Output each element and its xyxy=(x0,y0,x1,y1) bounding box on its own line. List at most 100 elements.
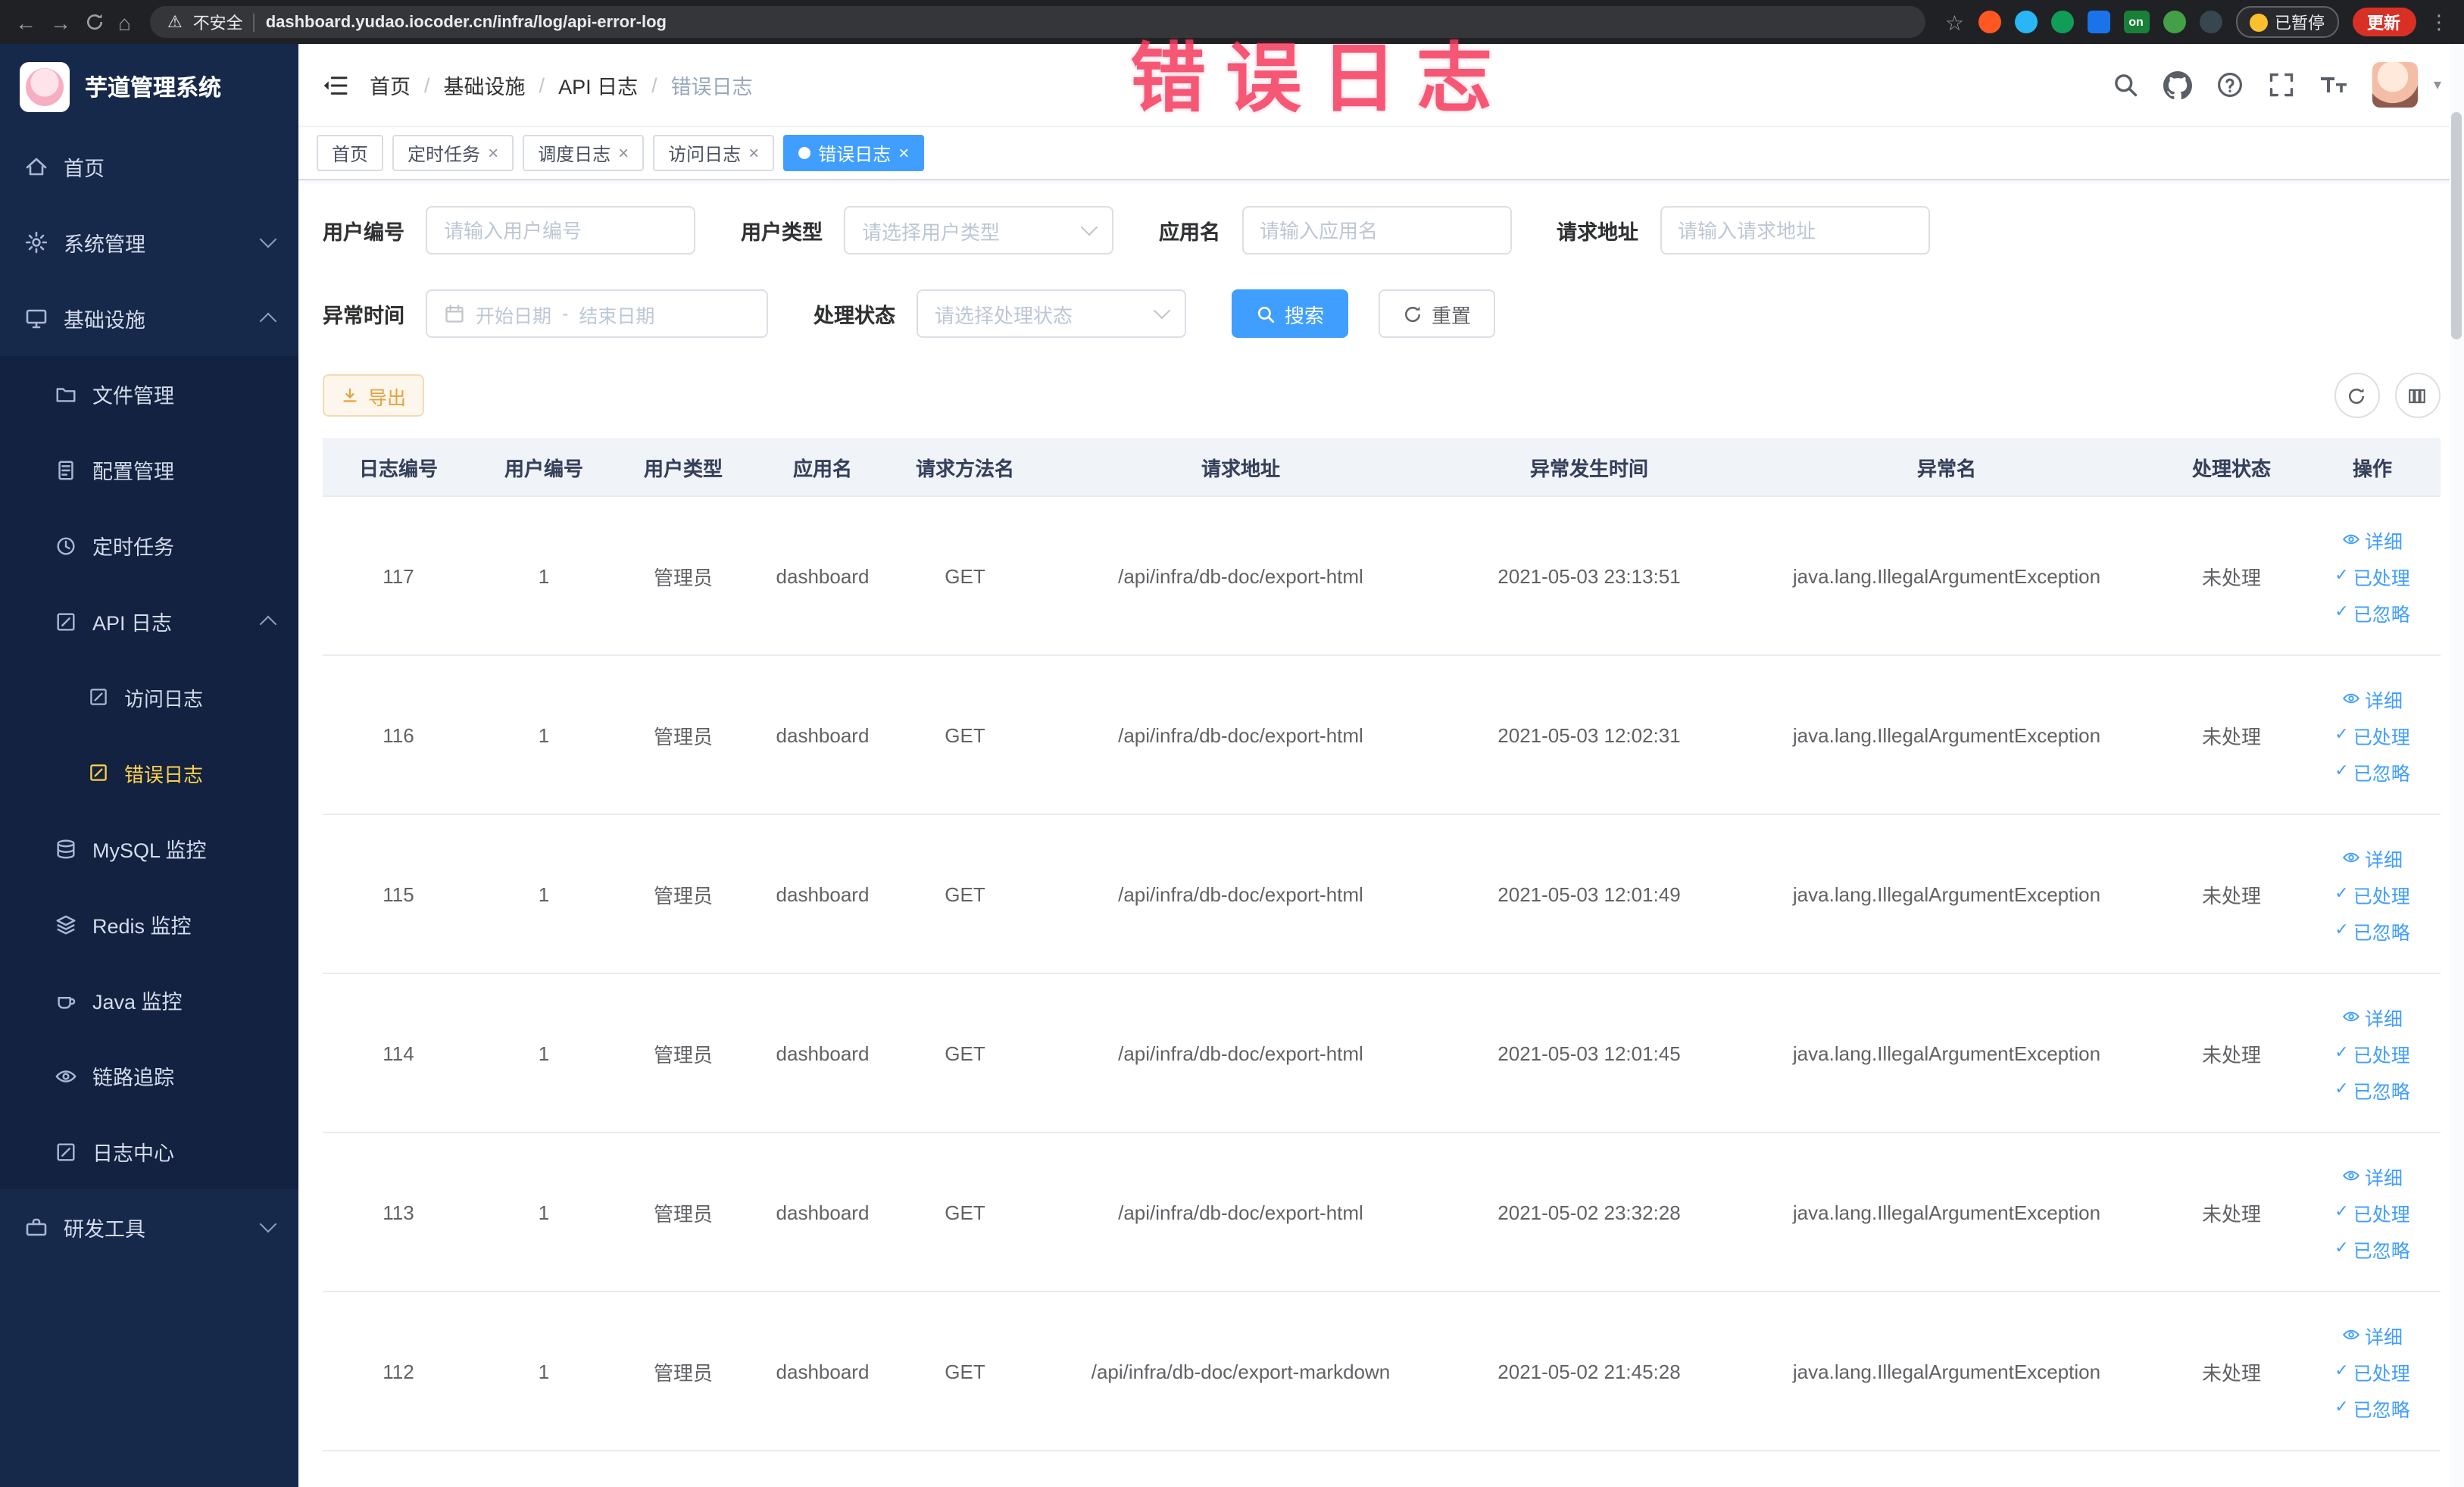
column-header-user-type: 用户类型 xyxy=(614,438,753,497)
help-icon[interactable] xyxy=(2217,71,2244,98)
sidebar-item-label: 基础设施 xyxy=(64,309,145,332)
mark-processed-link[interactable]: ✓ 已处理 xyxy=(2334,879,2409,908)
mark-processed-link[interactable]: ✓ 已处理 xyxy=(2334,1039,2409,1067)
extension-icon-leaf[interactable] xyxy=(2163,11,2185,33)
detail-link[interactable]: 详细 xyxy=(2342,1320,2403,1349)
cell-method: GET xyxy=(892,1132,1038,1292)
sidebar-item-scheduled-jobs[interactable]: 定时任务 xyxy=(0,508,298,583)
table-row: 114 1 管理员 dashboard GET /api/infra/db-do… xyxy=(323,973,2441,1133)
mark-ignored-link[interactable]: ✓ 已忽略 xyxy=(2334,916,2409,945)
sidebar-collapse-icon[interactable] xyxy=(321,73,348,96)
coffee-cup-icon xyxy=(55,989,77,1011)
tag-label: 错误日志 xyxy=(818,143,892,164)
filter-request-url: 请求地址 xyxy=(1557,206,1929,255)
close-icon[interactable]: × xyxy=(898,142,909,164)
detail-link[interactable]: 详细 xyxy=(2342,525,2403,554)
app-logo xyxy=(20,61,70,111)
home-icon[interactable]: ⌂ xyxy=(118,11,131,33)
sidebar-item-redis-monitor[interactable]: Redis 监控 xyxy=(0,886,298,962)
tag-schedule-log[interactable]: 调度日志 × xyxy=(523,135,645,171)
cell-exception-time: 2021-05-03 12:02:31 xyxy=(1444,655,1735,815)
browser-menu-icon[interactable]: ⋮ xyxy=(2429,12,2449,32)
sidebar-item-error-log[interactable]: 错误日志 xyxy=(0,735,298,811)
scrollbar-thumb[interactable] xyxy=(2451,112,2462,339)
sidebar-item-dev-tools[interactable]: 研发工具 xyxy=(0,1189,298,1265)
exception-time-range[interactable]: 开始日期 - 结束日期 xyxy=(426,289,768,338)
paused-badge[interactable]: 已暂停 xyxy=(2235,6,2338,38)
address-bar[interactable]: ⚠ 不安全 dashboard.yudao.iocoder.cn/infra/l… xyxy=(150,6,1925,38)
app-name-input[interactable] xyxy=(1241,206,1511,255)
forward-icon[interactable]: → xyxy=(50,11,71,33)
export-button[interactable]: 导出 xyxy=(323,374,425,417)
fullscreen-icon[interactable] xyxy=(2269,71,2296,98)
app-logo-row[interactable]: 芋道管理系统 xyxy=(0,44,298,129)
detail-link[interactable]: 详细 xyxy=(2342,843,2403,872)
extension-icon-drop[interactable] xyxy=(2014,11,2037,33)
reset-button[interactable]: 重置 xyxy=(1379,289,1496,338)
sidebar-item-system[interactable]: 系统管理 xyxy=(0,205,298,280)
mark-processed-link[interactable]: ✓ 已处理 xyxy=(2334,720,2409,749)
sidebar-item-infra[interactable]: 基础设施 xyxy=(0,280,298,356)
avatar[interactable] xyxy=(2372,62,2419,108)
github-icon[interactable] xyxy=(2163,70,2193,99)
refresh-button[interactable] xyxy=(2334,373,2379,418)
detail-link-label: 详细 xyxy=(2364,531,2403,552)
sidebar-item-config-manage[interactable]: 配置管理 xyxy=(0,432,298,508)
detail-link[interactable]: 详细 xyxy=(2342,1161,2403,1190)
detail-link[interactable]: 详细 xyxy=(2342,1002,2403,1031)
mark-processed-link[interactable]: ✓ 已处理 xyxy=(2334,561,2409,590)
column-settings-button[interactable] xyxy=(2394,373,2440,418)
bookmark-star-icon[interactable]: ☆ xyxy=(1945,11,1964,33)
tag-access-log[interactable]: 访问日志 × xyxy=(653,135,775,171)
extension-icon-orange[interactable] xyxy=(1978,11,2000,33)
sidebar-item-access-log[interactable]: 访问日志 xyxy=(0,659,298,735)
search-icon[interactable] xyxy=(2113,71,2140,98)
mark-ignored-link[interactable]: ✓ 已忽略 xyxy=(2334,598,2409,626)
breadcrumb-home[interactable]: 首页 xyxy=(370,70,411,100)
not-secure-label: 不安全 xyxy=(192,14,243,33)
close-icon[interactable]: × xyxy=(618,142,629,164)
breadcrumb-api-log[interactable]: API 日志 xyxy=(558,70,638,100)
tag-scheduled-jobs[interactable]: 定时任务 × xyxy=(392,135,514,171)
cell-app-name: dashboard xyxy=(753,814,892,974)
back-icon[interactable]: ← xyxy=(15,11,36,33)
sidebar-item-java-monitor[interactable]: Java 监控 xyxy=(0,962,298,1038)
sidebar-item-log-center[interactable]: 日志中心 xyxy=(0,1114,298,1189)
mark-processed-link[interactable]: ✓ 已处理 xyxy=(2334,1198,2409,1226)
extension-icon-grid[interactable] xyxy=(2087,11,2110,33)
font-size-icon[interactable] xyxy=(2320,73,2349,97)
sidebar-item-api-log[interactable]: API 日志 xyxy=(0,583,298,659)
tag-home[interactable]: 首页 xyxy=(317,135,384,171)
request-url-input[interactable] xyxy=(1660,206,1929,255)
user-id-input[interactable] xyxy=(426,206,695,255)
extension-icon-on-badge[interactable]: on xyxy=(2123,11,2149,33)
sidebar-item-link-tracing[interactable]: 链路追踪 xyxy=(0,1038,298,1114)
search-button[interactable]: 搜索 xyxy=(1232,289,1349,338)
check-icon: ✓ xyxy=(2334,725,2349,743)
update-button[interactable]: 更新 xyxy=(2352,8,2416,36)
mark-ignored-link[interactable]: ✓ 已忽略 xyxy=(2334,1393,2409,1422)
extension-icon-green[interactable] xyxy=(2050,11,2073,33)
mark-processed-link[interactable]: ✓ 已处理 xyxy=(2334,1357,2409,1385)
close-icon[interactable]: × xyxy=(748,142,759,164)
tag-error-log[interactable]: 错误日志 × xyxy=(783,135,925,171)
sidebar-item-mysql-monitor[interactable]: MySQL 监控 xyxy=(0,811,298,886)
sidebar-item-home[interactable]: 首页 xyxy=(0,129,298,205)
extension-icon-pin[interactable] xyxy=(2199,11,2222,33)
cell-exception-time: 2021-05-03 12:01:45 xyxy=(1444,973,1735,1133)
reload-icon[interactable] xyxy=(85,12,105,32)
mark-ignored-link[interactable]: ✓ 已忽略 xyxy=(2334,1234,2409,1263)
sidebar-item-file-manage[interactable]: 文件管理 xyxy=(0,356,298,432)
chevron-down-icon[interactable]: ▾ xyxy=(2434,77,2441,93)
close-icon[interactable]: × xyxy=(488,142,498,164)
mark-ignored-link[interactable]: ✓ 已忽略 xyxy=(2334,757,2409,786)
breadcrumb-infra[interactable]: 基础设施 xyxy=(444,70,526,100)
detail-link[interactable]: 详细 xyxy=(2342,684,2403,713)
check-icon: ✓ xyxy=(2334,920,2349,939)
process-status-select[interactable]: 请选择处理状态 xyxy=(917,289,1186,338)
tag-label: 访问日志 xyxy=(668,143,742,164)
check-icon: ✓ xyxy=(2334,1043,2349,1061)
user-type-select[interactable]: 请选择用户类型 xyxy=(844,206,1113,255)
mark-ignored-link[interactable]: ✓ 已忽略 xyxy=(2334,1075,2409,1104)
eye-icon xyxy=(2343,1329,2359,1340)
